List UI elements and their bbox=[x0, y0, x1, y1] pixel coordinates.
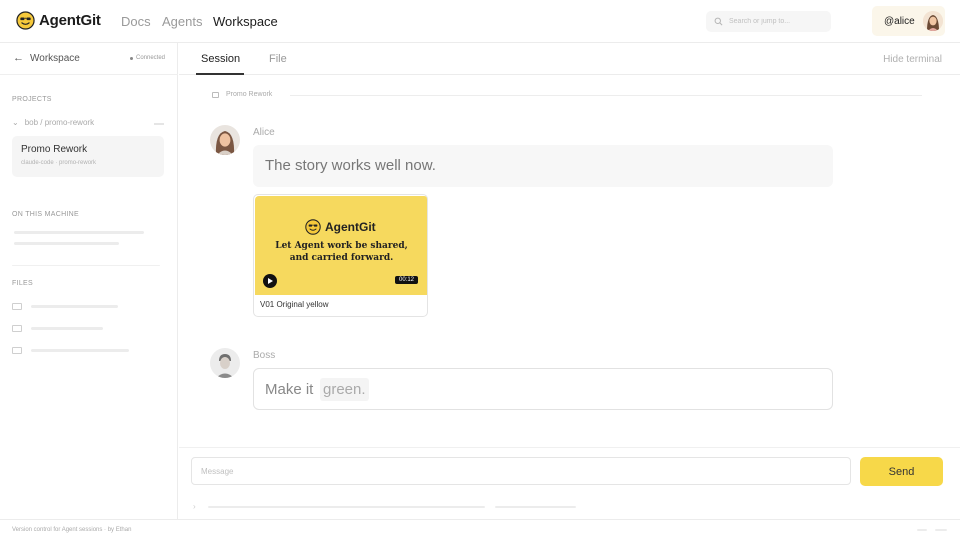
files-heading: FILES bbox=[12, 280, 33, 287]
nav-workspace[interactable]: Workspace bbox=[213, 14, 278, 29]
message-bubble: Make it green. bbox=[253, 368, 833, 410]
smiley-logo-icon bbox=[305, 219, 321, 235]
video-attachment[interactable]: AgentGit Let Agent work be shared, and c… bbox=[253, 194, 428, 317]
alice-avatar-icon bbox=[922, 11, 943, 31]
tab-session[interactable]: Session bbox=[201, 53, 240, 65]
message-bubble: The story works well now. bbox=[253, 145, 833, 187]
footer-text: Version control for Agent sessions · by … bbox=[12, 527, 132, 533]
brand-name: AgentGit bbox=[39, 12, 101, 29]
terminal-skeleton-line bbox=[208, 506, 485, 508]
play-icon[interactable] bbox=[263, 274, 277, 288]
repo-item[interactable]: ⌄ bob / promo-rework bbox=[12, 118, 94, 127]
breadcrumb-divider bbox=[290, 95, 922, 96]
video-duration: 00:12 bbox=[395, 276, 419, 284]
connection-status-label: Connected bbox=[136, 55, 166, 61]
smiley-logo-icon bbox=[16, 11, 35, 30]
main-tab-bar: Session File Hide terminal bbox=[179, 43, 960, 75]
status-dot-icon bbox=[130, 56, 133, 60]
repo-divider bbox=[154, 123, 164, 125]
message-author: Boss bbox=[253, 350, 276, 361]
message-text-highlight: green. bbox=[320, 378, 369, 401]
thumbnail-tagline-1: Let Agent work be shared, bbox=[275, 241, 408, 251]
chevron-right-icon[interactable]: › bbox=[193, 502, 196, 511]
nav-docs[interactable]: Docs bbox=[121, 14, 151, 29]
project-card[interactable]: Promo Rework claude-code · promo-rework bbox=[12, 136, 164, 177]
boss-avatar bbox=[210, 348, 240, 378]
brand-logo[interactable]: AgentGit bbox=[16, 11, 101, 30]
project-title: Promo Rework bbox=[21, 144, 88, 155]
alice-avatar bbox=[210, 125, 240, 155]
chevron-down-icon: ⌄ bbox=[12, 118, 19, 127]
folder-icon[interactable] bbox=[12, 347, 22, 354]
terminal-skeleton-line bbox=[495, 506, 576, 508]
alice-avatar-icon bbox=[210, 125, 240, 155]
search-input[interactable] bbox=[729, 18, 819, 25]
project-subtitle: claude-code · promo-rework bbox=[21, 160, 97, 166]
sidebar-header: ← Workspace Connected bbox=[0, 43, 178, 75]
footer: Version control for Agent sessions · by … bbox=[0, 519, 960, 540]
projects-heading: PROJECTS bbox=[12, 96, 52, 103]
file-skeleton-line bbox=[31, 305, 118, 308]
file-skeleton-line bbox=[31, 349, 129, 352]
active-tab-indicator bbox=[196, 73, 244, 75]
sidebar: ← Workspace Connected PROJECTS ⌄ bob / p… bbox=[0, 43, 178, 519]
nav-agents[interactable]: Agents bbox=[162, 14, 202, 29]
video-caption: V01 Original yellow bbox=[260, 300, 329, 309]
folder-icon[interactable] bbox=[12, 303, 22, 310]
message-text: Make it bbox=[265, 381, 314, 398]
machine-skeleton-line bbox=[14, 231, 144, 234]
section-divider bbox=[12, 265, 160, 266]
top-bar: AgentGit Docs Agents Workspace @alice bbox=[0, 0, 960, 43]
tab-file[interactable]: File bbox=[269, 53, 287, 65]
user-menu[interactable]: @alice bbox=[872, 6, 945, 36]
message-text: The story works well now. bbox=[265, 157, 436, 174]
session-breadcrumb: Promo Rework bbox=[212, 91, 272, 98]
repo-name: bob / promo-rework bbox=[24, 118, 95, 127]
user-handle: @alice bbox=[884, 15, 915, 27]
boss-avatar-icon bbox=[210, 348, 240, 378]
send-button[interactable]: Send bbox=[860, 457, 943, 486]
breadcrumb-label: Promo Rework bbox=[226, 91, 273, 98]
sidebar-title: Workspace bbox=[30, 53, 80, 64]
thumbnail-logo: AgentGit bbox=[305, 219, 376, 235]
thumbnail-brand: AgentGit bbox=[325, 220, 376, 234]
hide-terminal-button[interactable]: Hide terminal bbox=[883, 54, 942, 65]
window-icon bbox=[212, 91, 219, 98]
message-author: Alice bbox=[253, 127, 275, 138]
user-avatar bbox=[922, 11, 943, 31]
connection-status: Connected bbox=[130, 55, 165, 61]
message-input[interactable] bbox=[191, 457, 851, 485]
back-arrow-icon[interactable]: ← bbox=[13, 52, 24, 64]
folder-icon[interactable] bbox=[12, 325, 22, 332]
video-thumbnail[interactable]: AgentGit Let Agent work be shared, and c… bbox=[255, 196, 427, 295]
composer-divider bbox=[179, 447, 960, 448]
file-skeleton-line bbox=[31, 327, 103, 330]
search-box[interactable] bbox=[706, 11, 831, 32]
footer-indicator bbox=[917, 529, 927, 531]
thumbnail-tagline-2: and carried forward. bbox=[289, 253, 394, 263]
search-icon bbox=[714, 17, 723, 26]
machine-skeleton-line bbox=[14, 242, 119, 245]
machine-heading: ON THIS MACHINE bbox=[12, 211, 79, 218]
footer-indicator bbox=[935, 529, 947, 531]
